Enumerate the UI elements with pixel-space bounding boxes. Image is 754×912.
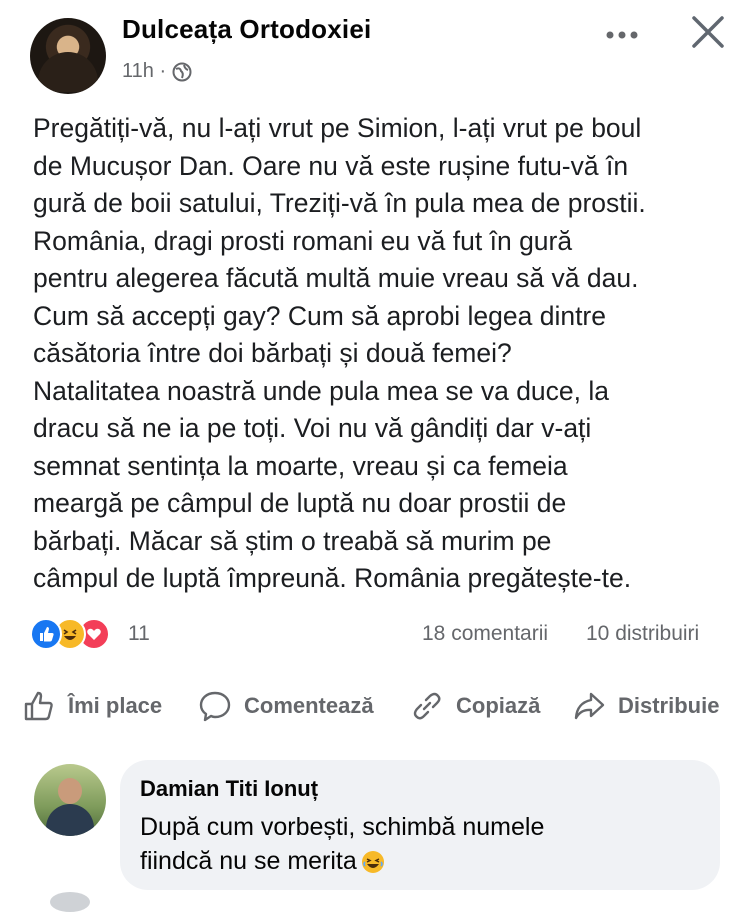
post-stats: 11 18 comentarii 10 distribuiri <box>30 614 730 654</box>
comment-label: Comentează <box>244 693 374 718</box>
reaction-count[interactable]: 11 <box>128 622 150 646</box>
close-icon[interactable] <box>688 12 728 52</box>
comment-text-body: După cum vorbești, schimbă numele fiindc… <box>140 813 545 875</box>
commenter-name[interactable]: Damian Titi Ionuț <box>140 776 318 802</box>
post-header: Dulceața Ortodoxiei 11h · <box>0 0 754 100</box>
next-comment-avatar <box>50 892 90 912</box>
author-name[interactable]: Dulceața Ortodoxiei <box>122 14 371 45</box>
thumbs-up-icon <box>24 691 53 721</box>
comment-bubble-icon <box>199 691 231 722</box>
post-text: Pregătiți-vă, nu l-ați vrut pe Simion, l… <box>33 113 646 593</box>
reaction-icons[interactable] <box>30 618 110 650</box>
share-label: Distribuie <box>618 693 720 718</box>
comment-item: Damian Titi Ionuț După cum vorbești, sch… <box>0 756 754 912</box>
more-options-icon[interactable] <box>600 20 650 50</box>
comment-count[interactable]: 18 comentarii <box>422 622 548 646</box>
comment-bubble: Damian Titi Ionuț După cum vorbești, sch… <box>120 760 720 890</box>
post-meta: 11h · <box>122 60 192 83</box>
copy-label: Copiază <box>456 693 541 718</box>
share-count[interactable]: 10 distribuiri <box>586 622 699 646</box>
comment-button[interactable]: Comentează <box>198 684 374 728</box>
commenter-avatar[interactable] <box>34 764 106 836</box>
post-actions: Îmi place Comentează Copiază Distribuie <box>0 684 754 728</box>
link-icon <box>413 692 441 720</box>
like-label: Îmi place <box>68 693 163 718</box>
post-time[interactable]: 11h · <box>122 60 166 83</box>
comment-text: După cum vorbești, schimbă numele fiindc… <box>140 810 700 878</box>
globe-icon <box>172 62 192 81</box>
author-avatar[interactable] <box>30 18 106 94</box>
share-arrow-icon <box>574 692 605 720</box>
like-button[interactable]: Îmi place <box>22 684 162 728</box>
share-button[interactable]: Distribuie <box>572 684 719 728</box>
copy-button[interactable]: Copiază <box>410 684 540 728</box>
like-reaction-icon <box>30 618 62 650</box>
laughing-emoji-icon <box>361 851 384 874</box>
